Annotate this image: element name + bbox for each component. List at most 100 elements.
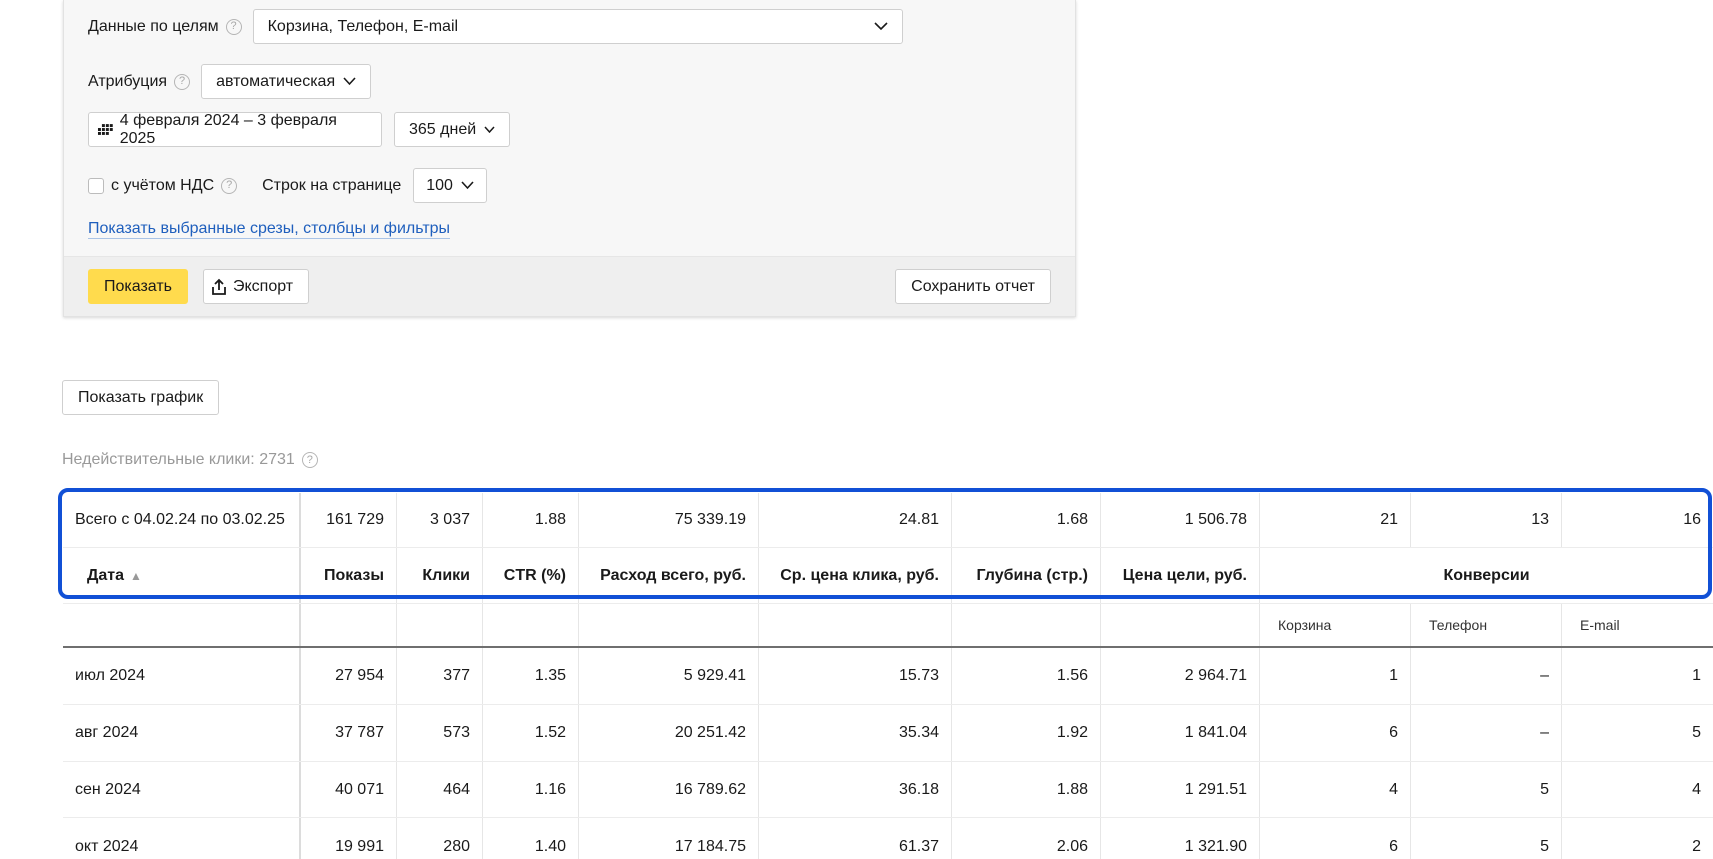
table-cell: июл 2024 [63, 648, 301, 704]
empty-cell [301, 604, 397, 646]
empty-cell [759, 604, 952, 646]
invalid-clicks-label: Недействительные клики: 2731 [62, 451, 295, 468]
table-cell: 1.52 [483, 705, 579, 761]
table-cell: 1.92 [952, 705, 1101, 761]
table-cell: 37 787 [301, 705, 397, 761]
show-slices-row: Показать выбранные срезы, столбцы и филь… [88, 220, 451, 239]
total-cell: 1 506.78 [1101, 493, 1260, 547]
table-cell: 16 789.62 [579, 762, 759, 817]
empty-cell [63, 604, 301, 646]
date-row: 4 февраля 2024 – 3 февраля 2025 365 дней [88, 112, 511, 147]
subheader-email[interactable]: E-mail [1562, 604, 1713, 646]
show-button[interactable]: Показать [88, 269, 189, 304]
rows-per-page-value: 100 [426, 176, 453, 194]
column-header-clicks[interactable]: Клики [397, 548, 483, 603]
table-cell: 6 [1260, 705, 1411, 761]
table-cell: авг 2024 [63, 705, 301, 761]
attribution-row: Атрибуция ? автоматическая [88, 64, 372, 99]
column-header-avg-cpc[interactable]: Ср. цена клика, руб. [759, 548, 952, 603]
table-cell: сен 2024 [63, 762, 301, 817]
empty-cell [952, 604, 1101, 646]
subheader-cart[interactable]: Корзина [1260, 604, 1411, 646]
vat-checkbox[interactable] [88, 177, 104, 194]
help-icon[interactable]: ? [174, 73, 191, 90]
empty-cell [483, 604, 579, 646]
table-row: июл 2024 27 954 377 1.35 5 929.41 15.73 … [63, 648, 1713, 705]
table-cell: 36.18 [759, 762, 952, 817]
table-cell: 2 964.71 [1101, 648, 1260, 704]
show-selected-slices-link[interactable]: Показать выбранные срезы, столбцы и филь… [88, 220, 451, 239]
table-cell: – [1411, 705, 1562, 761]
table-cell: 280 [397, 818, 483, 859]
column-header-depth[interactable]: Глубина (стр.) [952, 548, 1101, 603]
help-icon[interactable]: ? [225, 18, 242, 35]
show-graph-button[interactable]: Показать график [62, 380, 220, 415]
subheader-row: Корзина Телефон E-mail [63, 604, 1713, 648]
help-icon[interactable]: ? [221, 177, 238, 194]
total-cell: 1.68 [952, 493, 1101, 547]
total-cell: Всего с 04.02.24 по 03.02.25 [63, 493, 301, 547]
table-row: окт 2024 19 991 280 1.40 17 184.75 61.37… [63, 818, 1713, 859]
total-cell: 13 [1411, 493, 1562, 547]
table-cell: 1.88 [952, 762, 1101, 817]
vat-label: с учётом НДС [111, 176, 215, 194]
subheader-phone[interactable]: Телефон [1411, 604, 1562, 646]
table-cell: 4 [1692, 780, 1701, 798]
total-cell: 75 339.19 [579, 493, 759, 547]
help-icon[interactable]: ? [301, 452, 318, 468]
table-cell: 6 [1260, 818, 1411, 859]
table-row: авг 2024 37 787 573 1.52 20 251.42 35.34… [63, 705, 1713, 762]
chevron-down-icon [484, 126, 495, 133]
column-header-cost[interactable]: Расход всего, руб. [579, 548, 759, 603]
calendar-icon [97, 123, 113, 135]
table-cell: 1 841.04 [1101, 705, 1260, 761]
table-cell: 5 929.41 [579, 648, 759, 704]
total-cell: 21 [1260, 493, 1411, 547]
table-cell: 4 [1260, 762, 1411, 817]
period-value: 365 дней [409, 120, 477, 138]
table-cell: 19 991 [301, 818, 397, 859]
chevron-down-icon [461, 181, 474, 190]
panel-footer: Показать Экспорт Сохранить отчет [64, 256, 1075, 316]
total-cell: 161 729 [301, 493, 397, 547]
table-cell: 20 251.42 [579, 705, 759, 761]
column-header-goal-cost[interactable]: Цена цели, руб. [1101, 548, 1260, 603]
table-cell: 573 [397, 705, 483, 761]
attribution-label: Атрибуция [88, 72, 168, 90]
goals-select[interactable]: Корзина, Телефон, E-mail [252, 9, 903, 44]
goals-select-value: Корзина, Телефон, E-mail [267, 17, 459, 35]
rows-per-page-label: Строк на странице [262, 176, 402, 194]
header-row: Дата ▲ Показы Клики CTR (%) Расход всего… [63, 548, 1713, 604]
column-header-conversions[interactable]: Конверсии [1260, 548, 1713, 603]
stats-table: Всего с 04.02.24 по 03.02.25 161 729 3 0… [63, 493, 1713, 859]
table-cell: 5 [1411, 762, 1562, 817]
column-header-ctr[interactable]: CTR (%) [483, 548, 579, 603]
date-range-picker[interactable]: 4 февраля 2024 – 3 февраля 2025 [88, 112, 382, 147]
export-button[interactable]: Экспорт [203, 269, 310, 304]
total-cell: 24.81 [759, 493, 952, 547]
table-cell: 61.37 [759, 818, 952, 859]
table-row: сен 2024 40 071 464 1.16 16 789.62 36.18… [63, 762, 1713, 818]
export-icon [212, 278, 226, 295]
column-header-date[interactable]: Дата ▲ [63, 548, 301, 603]
table-cell: 1 [1692, 667, 1701, 684]
attribution-select[interactable]: автоматическая [201, 64, 372, 99]
table-cell: 40 071 [301, 762, 397, 817]
export-label: Экспорт [233, 277, 294, 295]
table-cell: 1.16 [483, 762, 579, 817]
table-cell: – [1411, 648, 1562, 704]
rows-per-page-select[interactable]: 100 [413, 168, 487, 203]
table-cell: 377 [397, 648, 483, 704]
attribution-select-value: автоматическая [216, 72, 336, 90]
table-cell: 1 [1260, 648, 1411, 704]
save-report-button[interactable]: Сохранить отчет [895, 269, 1051, 304]
column-header-impressions[interactable]: Показы [301, 548, 397, 603]
chevron-down-icon [343, 77, 356, 86]
report-settings-panel: Данные по целям ? Корзина, Телефон, E-ma… [63, 0, 1076, 317]
period-select[interactable]: 365 дней [394, 112, 511, 147]
table-cell: 2 [1692, 837, 1701, 855]
table-cell: 27 954 [301, 648, 397, 704]
table-cell: 35.34 [759, 705, 952, 761]
date-range-value: 4 февраля 2024 – 3 февраля 2025 [119, 111, 337, 147]
table-cell: 1 291.51 [1101, 762, 1260, 817]
